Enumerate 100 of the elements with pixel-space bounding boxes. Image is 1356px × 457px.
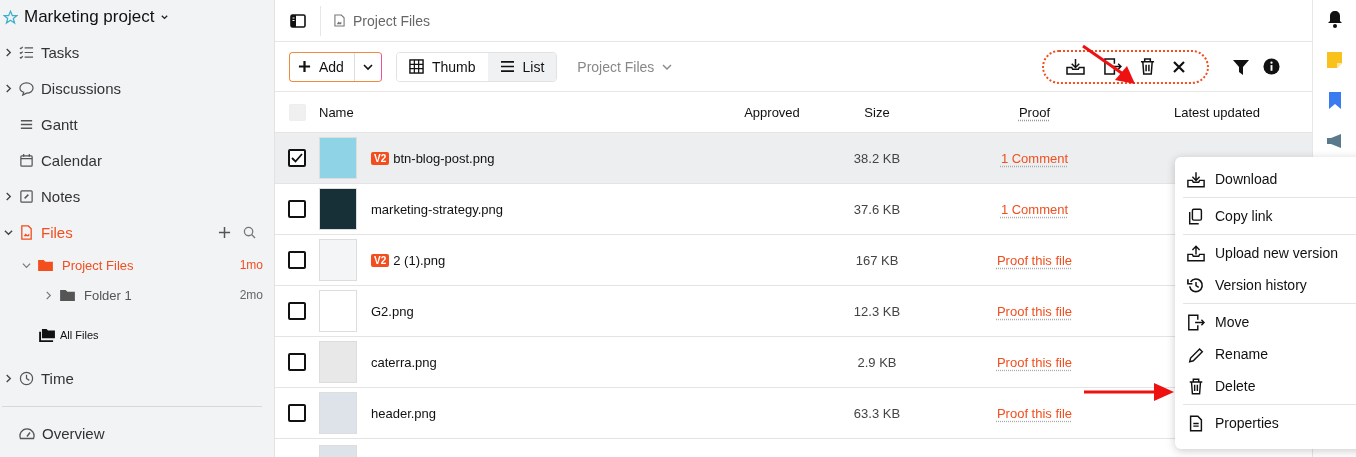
row-checkbox[interactable] xyxy=(288,353,306,371)
file-name[interactable]: G2.png xyxy=(371,303,414,319)
column-header[interactable]: Proof xyxy=(927,104,1142,120)
note-edit-icon xyxy=(19,188,34,204)
chevron-down-icon[interactable] xyxy=(4,227,13,237)
column-header[interactable]: Latest updated xyxy=(1142,104,1312,120)
sidebar-label[interactable]: Overview xyxy=(42,424,105,442)
file-name[interactable]: 2 (1).png xyxy=(393,252,446,268)
file-size: 12.3 KB xyxy=(853,303,901,319)
row-checkbox[interactable] xyxy=(288,302,306,320)
info-icon[interactable] xyxy=(1263,58,1280,75)
chevron-right-icon[interactable] xyxy=(4,47,13,57)
sidebar-item[interactable]: Tasks xyxy=(0,34,274,70)
menu-item[interactable]: Version history xyxy=(1175,269,1356,301)
folder-age: 1mo xyxy=(239,258,263,272)
add-dropdown-button[interactable] xyxy=(353,52,381,81)
folder-name[interactable]: Folder 1 xyxy=(84,287,132,303)
file-name[interactable]: marketing-strategy.png xyxy=(371,201,503,217)
menu-item[interactable]: Download xyxy=(1175,163,1356,195)
breadcrumb[interactable]: Project Files xyxy=(353,12,431,29)
proof-link[interactable]: Proof this file xyxy=(996,252,1073,268)
menu-item-label[interactable]: Properties xyxy=(1215,415,1279,431)
menu-item[interactable]: Move xyxy=(1175,306,1356,338)
file-icon xyxy=(334,14,345,27)
sidebar-item[interactable]: Discussions xyxy=(0,70,274,106)
sidebar-label[interactable]: Discussions xyxy=(41,79,122,97)
menu-item-label[interactable]: Copy link xyxy=(1215,208,1273,224)
trash-icon[interactable] xyxy=(1140,58,1155,75)
search-icon[interactable] xyxy=(243,225,256,239)
menu-item[interactable]: Upload new version xyxy=(1175,237,1356,269)
sidebar-label[interactable]: Calendar xyxy=(41,151,102,169)
menu-item-label[interactable]: Move xyxy=(1215,314,1250,330)
menu-item-label[interactable]: Delete xyxy=(1215,378,1256,394)
chevron-right-icon[interactable] xyxy=(4,83,13,93)
menu-item-label[interactable]: Download xyxy=(1215,171,1278,187)
proof-link[interactable]: 1 Comment xyxy=(1000,201,1069,217)
menu-item[interactable]: Properties xyxy=(1175,407,1356,439)
plus-icon[interactable] xyxy=(218,225,231,239)
move-file-icon[interactable] xyxy=(1103,58,1122,75)
properties-icon xyxy=(1187,414,1205,432)
sidebar-label[interactable]: Gantt xyxy=(41,115,78,133)
image-thumbnail[interactable] xyxy=(319,341,357,383)
row-checkbox[interactable] xyxy=(288,251,306,269)
annotation-arrow xyxy=(1081,44,1137,86)
checklist-icon xyxy=(19,44,34,60)
row-checkbox[interactable] xyxy=(288,149,306,167)
sidebar-label[interactable]: Tasks xyxy=(41,43,80,61)
image-thumbnail[interactable] xyxy=(319,392,357,434)
bell-icon[interactable] xyxy=(1326,10,1343,28)
chevron-down-icon[interactable] xyxy=(160,12,170,22)
sidebar-item[interactable]: Notes xyxy=(0,178,274,214)
proof-link[interactable]: Proof this file xyxy=(996,303,1073,319)
folder-tree-item[interactable]: Folder 1 2mo xyxy=(0,280,274,310)
megaphone-icon[interactable] xyxy=(1325,133,1344,149)
all-files-link[interactable]: All Files xyxy=(60,329,99,341)
close-icon[interactable] xyxy=(1173,60,1185,73)
menu-item-label[interactable]: Version history xyxy=(1215,277,1307,293)
project-title[interactable]: Marketing project xyxy=(24,7,155,27)
rename-icon xyxy=(1187,345,1205,363)
folder-dropdown[interactable]: Project Files xyxy=(571,57,679,76)
image-thumbnail[interactable] xyxy=(319,239,357,281)
sidebar-toggle-icon[interactable] xyxy=(290,13,306,28)
column-header[interactable]: Size xyxy=(827,104,927,120)
sidebar-label[interactable]: Time xyxy=(41,369,74,387)
image-thumbnail[interactable] xyxy=(319,290,357,332)
image-thumbnail[interactable] xyxy=(319,188,357,230)
sidebar-item[interactable]: Gantt xyxy=(0,106,274,142)
file-name[interactable]: header.png xyxy=(371,405,437,421)
sidebar-item[interactable]: Calendar xyxy=(0,142,274,178)
row-checkbox[interactable] xyxy=(288,200,306,218)
file-name[interactable]: caterra.png xyxy=(371,354,437,370)
star-icon[interactable] xyxy=(3,9,18,25)
bookmark-icon[interactable] xyxy=(1328,92,1341,109)
view-tab[interactable]: List xyxy=(487,52,557,81)
image-thumbnail[interactable] xyxy=(319,137,357,179)
chevron-right-icon[interactable] xyxy=(4,191,13,201)
grid-icon xyxy=(408,59,424,74)
folders-icon xyxy=(39,328,56,342)
sidebar-item[interactable]: Time xyxy=(0,360,274,396)
version-badge: V2 xyxy=(371,253,390,267)
menu-item[interactable]: Copy link xyxy=(1175,200,1356,232)
proof-link[interactable]: Proof this file xyxy=(996,405,1073,421)
menu-item[interactable]: Delete xyxy=(1175,370,1356,402)
menu-item-label[interactable]: Upload new version xyxy=(1215,245,1338,261)
menu-item[interactable]: Rename xyxy=(1175,338,1356,370)
column-header[interactable]: Approved xyxy=(717,104,827,120)
chevron-right-icon[interactable] xyxy=(4,373,13,383)
caret-icon xyxy=(362,61,373,72)
clock-icon xyxy=(19,370,34,386)
menu-item-label[interactable]: Rename xyxy=(1215,346,1268,362)
filter-icon[interactable] xyxy=(1233,58,1249,75)
list-icon xyxy=(499,60,515,73)
row-checkbox[interactable] xyxy=(288,404,306,422)
column-header[interactable]: Name xyxy=(319,104,717,120)
chevron-right-icon[interactable] xyxy=(44,290,53,300)
proof-link[interactable]: Proof this file xyxy=(996,354,1073,370)
download-icon[interactable] xyxy=(1066,58,1085,75)
checkmark-icon xyxy=(291,153,303,163)
sidebar-label[interactable]: Notes xyxy=(41,187,81,205)
file-name[interactable]: btn-blog-post.png xyxy=(393,150,495,166)
